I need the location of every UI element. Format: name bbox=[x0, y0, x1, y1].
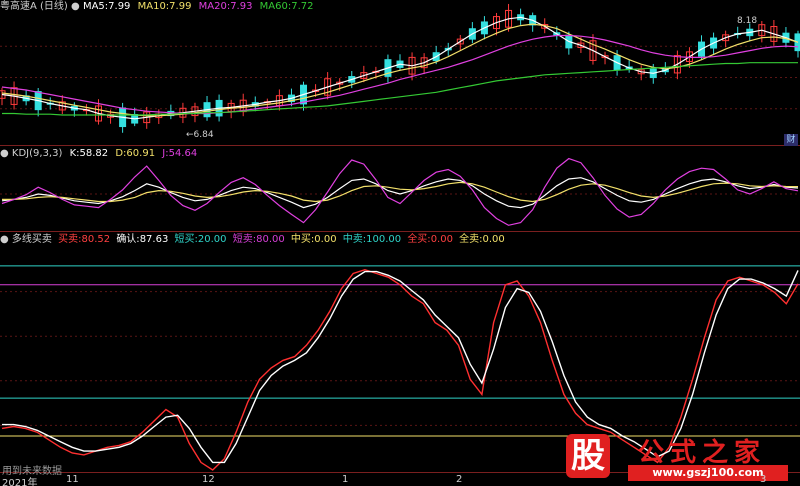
kdj-title: KDJ(9,3,3) bbox=[11, 148, 63, 159]
multi-v1: 确认:87.63 bbox=[116, 234, 169, 245]
kdj-d-line bbox=[2, 181, 799, 203]
period-label: (日线) bbox=[40, 1, 68, 12]
multi-v0: 买卖:80.52 bbox=[58, 234, 111, 245]
price-header: 粤高速A (日线) ● MA5:7.99 MA10:7.99 MA20:7.93… bbox=[0, 0, 313, 14]
watermark-title: 公式之家 bbox=[638, 438, 767, 468]
multi-v7: 全卖:0.00 bbox=[459, 234, 505, 245]
time-axis: 2021年 11 12 1 2 3 bbox=[0, 474, 800, 486]
settings-circle-icon[interactable]: ● bbox=[71, 1, 80, 12]
multi-v6: 全买:0.00 bbox=[407, 234, 453, 245]
low-marker: ←6.84 bbox=[186, 130, 214, 140]
kdj-j-line bbox=[1, 157, 799, 226]
time-label-0: 2021年 bbox=[2, 478, 38, 486]
finance-badge[interactable]: 财 bbox=[784, 134, 798, 146]
multi-header: ● 多线买卖 买卖:80.52 确认:87.63 短买:20.00 短卖:80.… bbox=[0, 233, 505, 247]
multi-settings-icon[interactable]: ● bbox=[0, 234, 9, 245]
time-label-1: 11 bbox=[66, 474, 79, 485]
ma20-line bbox=[1, 34, 799, 115]
kdj-settings-icon[interactable]: ● bbox=[0, 148, 9, 159]
watermark-logo: 股 bbox=[566, 434, 610, 478]
ma20-label: MA20:7.93 bbox=[198, 1, 253, 12]
multi-title: 多线买卖 bbox=[11, 234, 52, 245]
multi-v4: 中买:0.00 bbox=[290, 234, 337, 245]
time-label-4: 2 bbox=[456, 474, 463, 485]
time-label-3: 1 bbox=[342, 474, 349, 485]
multi-v2: 短买:20.00 bbox=[174, 234, 227, 245]
stock-name: 粤高速A bbox=[0, 1, 37, 12]
multi-v5: 中卖:100.00 bbox=[342, 234, 402, 245]
kdj-j: J:54.64 bbox=[162, 148, 198, 159]
time-label-5: 3 bbox=[760, 474, 767, 485]
kdj-header: ● KDJ(9,3,3) K:58.82 D:60.91 J:54.64 bbox=[0, 147, 197, 161]
kdj-k: K:58.82 bbox=[69, 148, 109, 159]
high-marker: 8.18 bbox=[737, 16, 758, 26]
ma10-line bbox=[1, 23, 799, 117]
kdj-d: D:60.91 bbox=[115, 148, 156, 159]
ma60-label: MA60:7.72 bbox=[259, 1, 314, 12]
time-label-2: 12 bbox=[202, 474, 215, 485]
ma5-label: MA5:7.99 bbox=[82, 1, 131, 12]
chart-root: 粤高速A (日线) ● MA5:7.99 MA10:7.99 MA20:7.93… bbox=[0, 0, 800, 486]
multi-v3: 短卖:80.00 bbox=[232, 234, 285, 245]
ma10-label: MA10:7.99 bbox=[137, 1, 192, 12]
